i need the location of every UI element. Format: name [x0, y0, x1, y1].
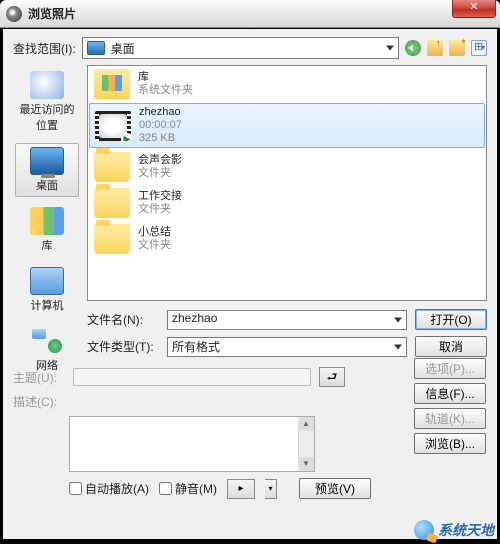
lookin-label: 查找范围(I): — [13, 40, 76, 57]
filename-input[interactable]: zhezhao — [167, 310, 407, 330]
chevron-down-icon — [394, 344, 402, 349]
filetype-dropdown[interactable]: 所有格式 — [167, 337, 407, 357]
desktop-place-icon — [30, 147, 64, 175]
views-dropdown-icon[interactable] — [471, 40, 487, 56]
cancel-button[interactable]: 取消 — [415, 336, 487, 357]
lookin-value: 桌面 — [111, 40, 135, 57]
file-list[interactable]: 库 系统文件夹 zhezhao 00:00:07 325 KB 会声会影 — [87, 65, 487, 301]
list-item[interactable]: 会声会影 文件夹 — [88, 149, 486, 185]
computer-icon — [30, 267, 64, 295]
place-computer[interactable]: 计算机 — [15, 263, 79, 317]
desktop-icon — [87, 41, 105, 55]
options-button[interactable]: 选项(P)... — [414, 358, 486, 379]
window-title: 浏览照片 — [28, 5, 76, 22]
list-item[interactable]: 小总结 文件夹 — [88, 221, 486, 257]
list-item[interactable]: 工作交接 文件夹 — [88, 185, 486, 221]
autoplay-checkbox[interactable]: 自动播放(A) — [69, 480, 149, 497]
folder-icon — [94, 152, 130, 182]
info-button[interactable]: 信息(F)... — [414, 383, 486, 404]
place-desktop[interactable]: 桌面 — [15, 143, 79, 197]
browse-button[interactable]: 浏览(B)... — [414, 433, 486, 454]
chevron-down-icon — [394, 317, 402, 322]
track-button[interactable]: 轨道(K)... — [414, 408, 486, 429]
play-dropdown[interactable]: ▾ — [265, 479, 277, 499]
open-button[interactable]: 打开(O) — [415, 309, 487, 330]
video-file-icon — [95, 111, 131, 141]
place-recent[interactable]: 最近访问的位置 — [15, 67, 79, 137]
network-icon — [30, 327, 64, 355]
place-libraries[interactable]: 库 — [15, 203, 79, 257]
scroll-down-icon[interactable]: ▼ — [298, 457, 314, 471]
app-icon — [6, 6, 22, 22]
return-button[interactable]: ⮐ — [319, 367, 345, 387]
desc-label: 描述(C): — [13, 393, 65, 410]
new-folder-icon[interactable] — [449, 40, 465, 56]
list-item[interactable]: zhezhao 00:00:07 325 KB — [89, 103, 485, 148]
library-folder-icon — [94, 69, 130, 99]
chevron-down-icon — [386, 46, 394, 51]
globe-icon — [414, 520, 434, 540]
preview-button[interactable]: 预览(V) — [299, 478, 371, 499]
play-button[interactable] — [227, 479, 255, 499]
subject-label: 主题(U): — [13, 369, 65, 386]
mute-checkbox[interactable]: 静音(M) — [159, 480, 217, 497]
recent-icon — [30, 71, 64, 99]
titlebar: 浏览照片 ✕ — [0, 0, 500, 28]
places-bar: 最近访问的位置 桌面 库 计算机 网络 — [13, 65, 81, 301]
folder-icon — [94, 224, 130, 254]
lookin-dropdown[interactable]: 桌面 — [82, 37, 399, 59]
scroll-up-icon[interactable]: ▲ — [298, 417, 314, 431]
up-folder-icon[interactable] — [427, 40, 443, 56]
folder-icon — [94, 188, 130, 218]
filetype-label: 文件类型(T): — [87, 338, 159, 355]
subject-input[interactable] — [73, 368, 311, 386]
watermark: 系统天地 — [414, 520, 494, 540]
list-item[interactable]: 库 系统文件夹 — [88, 66, 486, 102]
close-button[interactable]: ✕ — [452, 0, 496, 18]
filename-label: 文件名(N): — [87, 311, 159, 328]
description-box[interactable]: ▲ ▼ — [69, 416, 315, 472]
back-icon[interactable] — [405, 40, 421, 56]
libraries-icon — [30, 207, 64, 235]
